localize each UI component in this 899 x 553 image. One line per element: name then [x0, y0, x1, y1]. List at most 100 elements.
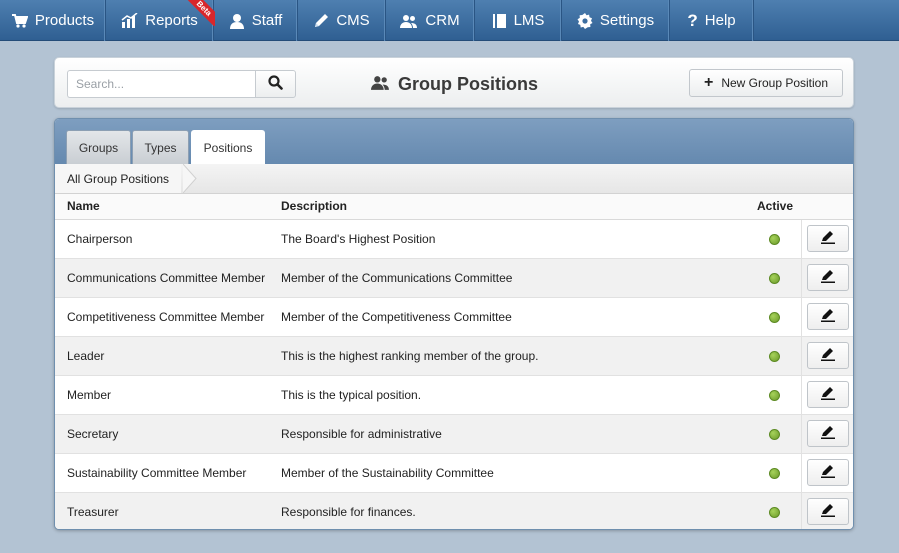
active-indicator-icon: [769, 350, 781, 362]
search-input[interactable]: [67, 70, 255, 98]
edit-button[interactable]: [807, 420, 850, 447]
actions-cell: [800, 297, 853, 337]
pencil-icon: [821, 386, 836, 403]
position-description: Member of the Sustainability Committee: [279, 453, 749, 493]
nav-label: Help: [704, 12, 736, 29]
active-status: [749, 258, 801, 298]
active-status: [749, 453, 801, 493]
new-group-position-button[interactable]: + New Group Position: [689, 69, 843, 97]
nav-item-lms[interactable]: LMS: [475, 0, 562, 41]
pencil-icon: [821, 269, 836, 286]
page-title-text: Group Positions: [398, 73, 539, 94]
nav-item-settings[interactable]: Settings: [562, 0, 670, 41]
nav-label: Settings: [599, 12, 655, 29]
book-icon: [492, 13, 507, 29]
actions-cell: [800, 492, 853, 529]
table-row: Competitiveness Committee Member Member …: [55, 297, 853, 337]
plus-icon: +: [703, 74, 714, 91]
nav-item-products[interactable]: Products: [0, 0, 106, 41]
edit-button[interactable]: [807, 459, 850, 486]
tab-bar: Groups Types Positions: [55, 119, 853, 164]
nav-item-crm[interactable]: CRM: [386, 0, 475, 41]
active-indicator-icon: [769, 311, 781, 323]
page-title: Group Positions: [371, 72, 538, 96]
breadcrumb-item-all-group-positions[interactable]: All Group Positions: [55, 164, 182, 193]
position-description: The Board's Highest Position: [279, 219, 749, 259]
tab-label: Types: [144, 140, 177, 155]
beta-badge: Beta: [187, 0, 215, 26]
breadcrumb: All Group Positions: [55, 164, 853, 194]
position-description: Responsible for finances.: [279, 492, 749, 529]
tab-label: Positions: [203, 140, 253, 155]
pencil-icon: [821, 464, 836, 481]
table-row: Sustainability Committee Member Member o…: [55, 453, 853, 493]
position-description: Member of the Competitiveness Committee: [279, 297, 749, 337]
edit-button[interactable]: [807, 342, 850, 369]
table-header-row: Name Description Active: [55, 194, 853, 220]
chart-icon: [121, 13, 138, 28]
breadcrumb-label: All Group Positions: [67, 171, 170, 186]
nav-item-cms[interactable]: CMS: [298, 0, 386, 41]
nav-label: LMS: [513, 12, 545, 29]
top-navigation: Products Reports Beta Staff CMS CRM LMS: [0, 0, 899, 41]
nav-item-help[interactable]: ? Help: [670, 0, 754, 41]
edit-button[interactable]: [807, 381, 850, 408]
active-indicator-icon: [769, 233, 781, 245]
header-panel: Group Positions + New Group Position: [54, 57, 854, 108]
edit-button[interactable]: [807, 498, 850, 525]
pencil-icon: [313, 13, 329, 29]
users-icon: [400, 14, 418, 28]
actions-cell: [800, 453, 853, 493]
column-header-actions: [801, 194, 853, 220]
tab-types[interactable]: Types: [132, 130, 189, 164]
users-icon: [371, 74, 390, 95]
tab-label: Groups: [78, 140, 119, 155]
edit-button[interactable]: [807, 303, 850, 330]
table-row: Member This is the typical position.: [55, 375, 853, 415]
active-indicator-icon: [769, 467, 781, 479]
user-icon: [229, 13, 245, 29]
active-status: [749, 297, 801, 337]
question-icon: ?: [687, 10, 698, 30]
position-description: This is the typical position.: [279, 375, 749, 415]
column-header-description[interactable]: Description: [279, 194, 749, 220]
table-row: Leader This is the highest ranking membe…: [55, 336, 853, 376]
positions-table: Name Description Active Chairperson The …: [55, 194, 853, 529]
column-header-active[interactable]: Active: [749, 194, 801, 220]
tab-positions[interactable]: Positions: [191, 130, 265, 164]
active-status: [749, 375, 801, 415]
pencil-icon: [821, 308, 836, 325]
active-indicator-icon: [769, 272, 781, 284]
position-description: Responsible for administrative: [279, 414, 749, 454]
edit-button[interactable]: [807, 225, 850, 252]
active-indicator-icon: [769, 428, 781, 440]
actions-cell: [800, 336, 853, 376]
actions-cell: [800, 375, 853, 415]
column-header-name[interactable]: Name: [55, 194, 279, 220]
tab-groups[interactable]: Groups: [66, 130, 131, 164]
breadcrumb-separator-icon: [183, 164, 197, 193]
main-panel: Groups Types Positions All Group Positio…: [54, 118, 854, 530]
active-status: [749, 414, 801, 454]
table-row: Chairperson The Board's Highest Position: [55, 219, 853, 259]
nav-item-staff[interactable]: Staff: [214, 0, 298, 41]
cart-icon: [11, 13, 28, 28]
position-name: Leader: [55, 336, 279, 376]
actions-cell: [800, 258, 853, 298]
position-name: Secretary: [55, 414, 279, 454]
active-status: [749, 219, 801, 259]
active-status: [749, 492, 801, 529]
actions-cell: [800, 219, 853, 259]
position-name: Member: [55, 375, 279, 415]
search-button[interactable]: [255, 70, 296, 98]
table-row: Communications Committee Member Member o…: [55, 258, 853, 298]
actions-cell: [800, 414, 853, 454]
position-description: Member of the Communications Committee: [279, 258, 749, 298]
gear-icon: [577, 12, 593, 29]
new-button-label: New Group Position: [721, 76, 829, 90]
pencil-icon: [821, 230, 836, 247]
edit-button[interactable]: [807, 264, 850, 291]
pencil-icon: [821, 425, 836, 442]
nav-item-reports[interactable]: Reports Beta: [106, 0, 215, 41]
position-name: Chairperson: [55, 219, 279, 259]
